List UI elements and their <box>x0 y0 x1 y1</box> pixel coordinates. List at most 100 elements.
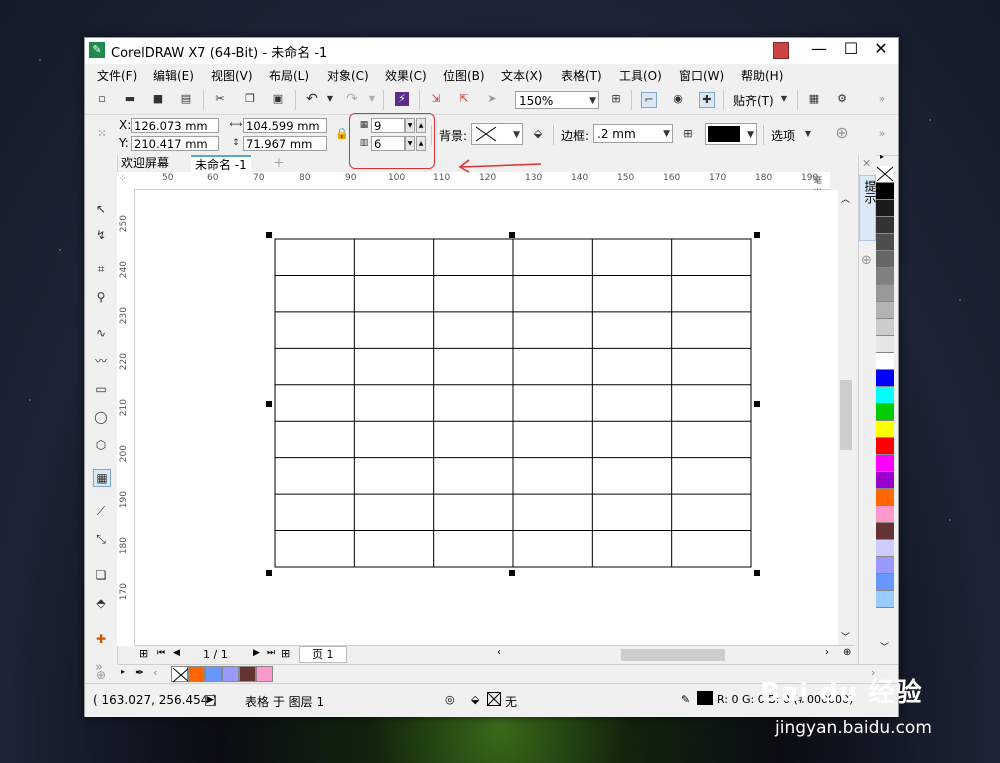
tab-untitled[interactable]: 未命名 -1 <box>191 155 251 172</box>
drawing-canvas[interactable] <box>135 190 838 645</box>
palette-swatch[interactable] <box>876 183 894 200</box>
menu-text[interactable]: 文本(X) <box>501 67 543 84</box>
menu-view[interactable]: 视图(V) <box>211 67 253 84</box>
selection-handle[interactable] <box>266 232 272 238</box>
document-palette-swatch[interactable] <box>171 666 190 683</box>
palette-swatch[interactable] <box>876 387 894 404</box>
add-tab-icon[interactable]: ＋ <box>269 155 289 172</box>
palette-swatch[interactable] <box>876 234 894 251</box>
export-icon[interactable]: ⇱ <box>457 92 471 106</box>
border-selection-icon[interactable]: ⊞ <box>681 127 695 141</box>
x-position-field[interactable]: 126.073 mm <box>131 118 219 133</box>
document-palette-swatch[interactable] <box>239 666 256 682</box>
paste-icon[interactable]: ▣ <box>271 92 285 106</box>
palette-swatch[interactable] <box>876 251 894 268</box>
horizontal-scrollbar[interactable]: ‹ › <box>495 646 839 663</box>
print-icon[interactable]: ▤ <box>179 92 193 106</box>
palette-swatch[interactable] <box>876 455 894 472</box>
palette-swatch[interactable] <box>876 557 894 574</box>
color-proofing-icon[interactable]: ◎ <box>445 693 455 706</box>
document-palette-swatch[interactable] <box>188 666 205 682</box>
undo-icon[interactable]: ↶ <box>305 92 319 106</box>
palette-swatch[interactable] <box>876 302 894 319</box>
palette-swatch[interactable] <box>876 404 894 421</box>
scroll-right-icon[interactable]: › <box>825 647 829 658</box>
show-grid-icon[interactable]: ◉ <box>671 92 685 106</box>
add-page-before-icon[interactable]: ⊞ <box>139 647 148 660</box>
add-page-after-icon[interactable]: ⊞ <box>281 647 290 660</box>
connector-tool-icon[interactable]: ⤡ <box>93 531 109 547</box>
selection-handle[interactable] <box>509 570 515 576</box>
last-page-icon[interactable]: ⏭ <box>267 648 275 658</box>
table-tool-icon[interactable]: ▦ <box>93 469 111 487</box>
tab-welcome-screen[interactable]: 欢迎屏幕 <box>117 155 173 172</box>
height-field[interactable]: 71.967 mm <box>243 136 327 151</box>
palette-swatch[interactable] <box>876 591 894 608</box>
redo-icon[interactable]: ↷ <box>345 92 359 106</box>
ruler-origin-icon[interactable]: ⁘ <box>119 174 127 184</box>
artistic-media-tool-icon[interactable]: 〰 <box>93 353 109 369</box>
scroll-up-icon[interactable]: ︿ <box>841 192 850 205</box>
ellipse-tool-icon[interactable]: ◯ <box>93 409 109 425</box>
redo-dropdown-icon[interactable]: ▼ <box>365 92 379 106</box>
propbar-overflow-icon[interactable]: » <box>875 127 889 141</box>
palette-swatch[interactable] <box>876 336 894 353</box>
toolbar-overflow-icon[interactable]: » <box>875 92 889 106</box>
full-screen-icon[interactable]: ⊞ <box>609 92 623 106</box>
undo-dropdown-icon[interactable]: ▼ <box>323 92 337 106</box>
palette-scroll-down-icon[interactable]: ﹀ <box>880 640 889 653</box>
doc-palette-menu-icon[interactable]: ▸ <box>121 667 125 676</box>
palette-scroll-up-icon[interactable]: ▸ <box>880 152 884 161</box>
palette-swatch[interactable] <box>876 506 894 523</box>
user-account-icon[interactable] <box>773 42 789 59</box>
selection-handle[interactable] <box>266 570 272 576</box>
table-object[interactable] <box>135 190 838 645</box>
zoom-level-combo[interactable]: 150% ▼ <box>515 91 599 109</box>
page-tab[interactable]: 页 1 <box>299 646 347 663</box>
status-expand-icon[interactable]: ▶ <box>205 695 216 706</box>
options-icon[interactable]: ⚙ <box>835 92 849 106</box>
polygon-tool-icon[interactable]: ⬡ <box>93 437 109 453</box>
import-icon[interactable]: ⇲ <box>429 92 443 106</box>
open-folder-icon[interactable]: ▬ <box>123 92 137 106</box>
show-rulers-icon[interactable]: ⌐ <box>641 92 657 108</box>
transparency-tool-icon[interactable]: ⬘ <box>93 595 109 611</box>
palette-swatch[interactable] <box>876 472 894 489</box>
freehand-tool-icon[interactable]: ∿ <box>93 325 109 341</box>
lock-ratio-icon[interactable]: 🔒 <box>335 127 349 141</box>
search-content-icon[interactable]: ⚡ <box>395 92 409 106</box>
palette-swatch[interactable] <box>876 523 894 540</box>
doc-palette-scroll-left-icon[interactable]: ‹ <box>153 666 157 679</box>
copy-icon[interactable]: ❐ <box>243 92 257 106</box>
shape-tool-icon[interactable]: ↯ <box>93 227 109 243</box>
width-field[interactable]: 104.599 mm <box>243 118 327 133</box>
document-palette-swatch[interactable] <box>256 666 273 682</box>
menu-effects[interactable]: 效果(C) <box>385 67 427 84</box>
dimension-tool-icon[interactable]: ⟋ <box>93 503 109 519</box>
palette-swatch[interactable] <box>876 285 894 302</box>
maximize-button[interactable]: ☐ <box>835 38 867 62</box>
palette-swatch[interactable] <box>876 166 894 183</box>
palette-swatch[interactable] <box>876 438 894 455</box>
palette-swatch[interactable] <box>876 421 894 438</box>
crop-tool-icon[interactable]: ⌗ <box>93 261 109 277</box>
palette-swatch[interactable] <box>876 319 894 336</box>
welcome-screen-icon[interactable]: ▦ <box>807 92 821 106</box>
border-width-combo[interactable]: .2 mm ▼ <box>593 124 673 143</box>
vertical-scrollbar[interactable]: ︿ ﹀ <box>838 190 854 646</box>
cut-icon[interactable]: ✂ <box>213 92 227 106</box>
menu-table[interactable]: 表格(T) <box>561 67 602 84</box>
next-page-icon[interactable]: ▶ <box>253 648 260 658</box>
document-palette-swatch[interactable] <box>222 666 239 682</box>
add-property-icon[interactable]: ⊕ <box>835 125 849 141</box>
selection-handle[interactable] <box>266 401 272 407</box>
pick-tool-icon[interactable]: ↖ <box>93 201 109 217</box>
drop-shadow-tool-icon[interactable]: ❏ <box>93 567 109 583</box>
docker-close-icon[interactable]: ✕ <box>862 157 871 170</box>
options-button[interactable]: 选项 <box>771 127 795 144</box>
menu-layout[interactable]: 布局(L) <box>269 67 309 84</box>
menu-bitmaps[interactable]: 位图(B) <box>443 67 485 84</box>
scroll-down-icon[interactable]: ﹀ <box>841 630 850 643</box>
publish-pdf-icon[interactable]: ➤ <box>485 92 499 106</box>
menu-edit[interactable]: 编辑(E) <box>153 67 194 84</box>
